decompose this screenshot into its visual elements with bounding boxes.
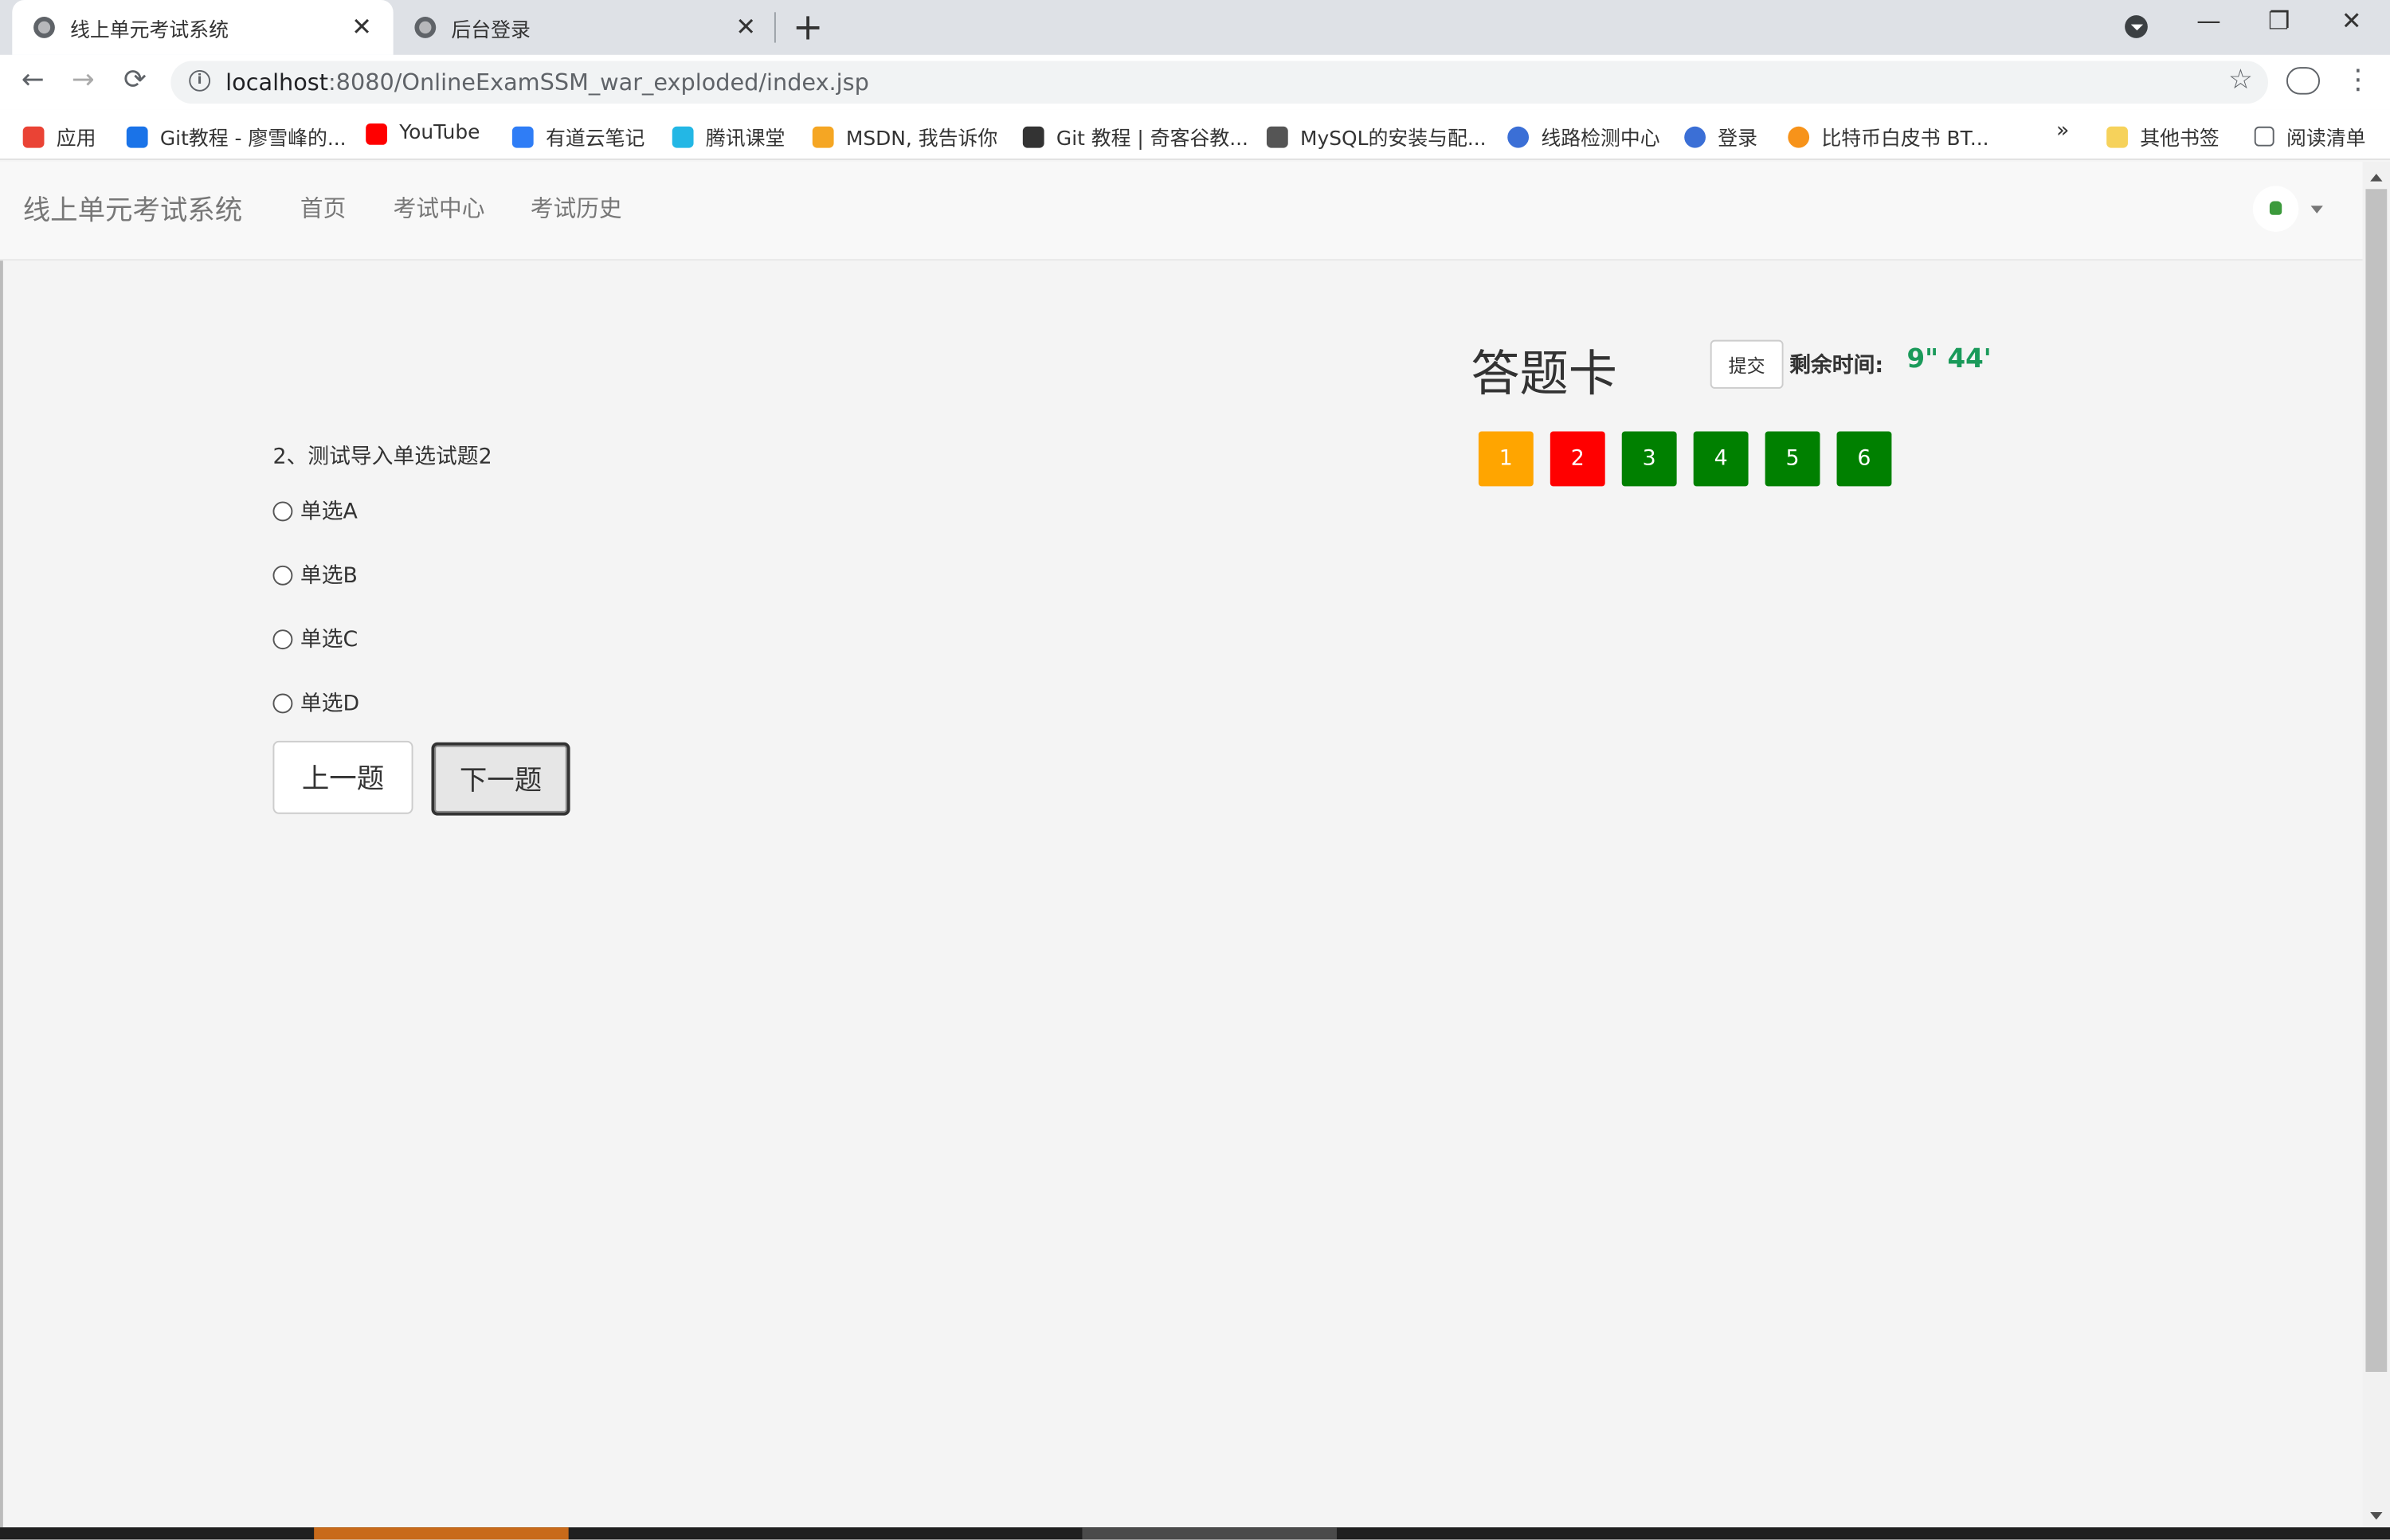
- reading-list[interactable]: 阅读清单: [2254, 122, 2365, 151]
- reading-list-icon: [2254, 126, 2274, 147]
- question-number-5[interactable]: 5: [1765, 431, 1820, 487]
- question-number-2[interactable]: 2: [1550, 431, 1605, 487]
- question-title: 2、测试导入单选试题2: [272, 445, 492, 470]
- bookmark-star-icon[interactable]: ☆: [2228, 64, 2253, 96]
- new-tab-button[interactable]: +: [793, 6, 823, 49]
- site-navbar: 线上单元考试系统 首页 考试中心 考试历史: [0, 161, 2363, 261]
- bookmark-line-check[interactable]: 线路检测中心: [1507, 122, 1660, 151]
- question-number-1[interactable]: 1: [1478, 431, 1534, 487]
- option-a[interactable]: 单选A: [272, 496, 358, 526]
- radio-button[interactable]: [272, 629, 293, 649]
- question-number-6[interactable]: 6: [1836, 431, 1892, 487]
- youdao-note-icon: [511, 125, 534, 147]
- bookmark-msdn[interactable]: MSDN, 我告诉你: [812, 122, 997, 151]
- qikegu-icon: [1022, 125, 1044, 147]
- globe-blue-icon: [1507, 125, 1530, 147]
- bookmark-tencent-classroom[interactable]: 腾讯课堂: [672, 122, 785, 151]
- nav-home[interactable]: 首页: [300, 192, 346, 224]
- url-text[interactable]: localhost:8080/OnlineExamSSM_war_explode…: [225, 69, 869, 96]
- scroll-down-arrow-icon[interactable]: [2370, 1511, 2383, 1526]
- youtube-icon: [366, 123, 387, 144]
- tab-admin-login[interactable]: 后台登录 ✕: [394, 0, 774, 55]
- site-brand[interactable]: 线上单元考试系统: [23, 189, 243, 229]
- bookmark-apps[interactable]: 应用: [22, 122, 96, 151]
- option-c[interactable]: 单选C: [272, 624, 358, 654]
- bookmarks-bar: 应用 Git教程 - 廖雪峰的... YouTube 有道云笔记 腾讯课堂 MS…: [0, 109, 2390, 160]
- scrollbar-thumb[interactable]: [2365, 189, 2388, 1372]
- back-arrow-icon[interactable]: ←: [22, 64, 45, 96]
- bitcoin-icon: [1788, 125, 1810, 147]
- bookmark-youdao[interactable]: 有道云笔记: [511, 122, 645, 151]
- restore-button[interactable]: ❐: [2268, 6, 2290, 35]
- tab-exam-system[interactable]: 线上单元考试系统 ✕: [12, 0, 394, 55]
- globe-icon: [414, 17, 437, 38]
- taskbar-active-item[interactable]: [314, 1527, 569, 1540]
- browser-toolbar: ← → ⟳ i localhost:8080/OnlineExamSSM_war…: [0, 54, 2390, 110]
- remaining-time-label: 剩余时间:: [1789, 353, 1884, 378]
- option-d[interactable]: 单选D: [272, 688, 359, 718]
- tab-title: 线上单元考试系统: [70, 18, 229, 42]
- other-bookmarks[interactable]: 其他书签: [2106, 122, 2220, 151]
- kebab-menu-icon[interactable]: ⋮: [2345, 64, 2372, 96]
- close-tab-icon[interactable]: ✕: [735, 12, 756, 41]
- info-icon[interactable]: i: [189, 70, 211, 92]
- scroll-up-arrow-icon[interactable]: [2370, 167, 2383, 182]
- reload-icon[interactable]: ⟳: [123, 64, 147, 96]
- rocket-icon: [126, 125, 148, 147]
- remaining-time-value: 9" 44': [1906, 344, 1992, 375]
- msdn-icon: [812, 125, 834, 147]
- close-tab-icon[interactable]: ✕: [351, 12, 372, 41]
- nav-exam-center[interactable]: 考试中心: [394, 192, 485, 224]
- forward-arrow-icon[interactable]: →: [72, 64, 95, 96]
- answer-card-title: 答题卡: [1471, 344, 1618, 403]
- bookmark-qikegu[interactable]: Git 教程 | 奇客谷教...: [1022, 122, 1248, 151]
- tab-strip: 线上单元考试系统 ✕ 后台登录 ✕ + — ❐ ✕: [0, 0, 2390, 55]
- apps-grid-icon: [22, 125, 45, 147]
- radio-button[interactable]: [272, 564, 293, 585]
- bookmark-git-liaoxuefeng[interactable]: Git教程 - 廖雪峰的...: [126, 122, 347, 151]
- question-number-3[interactable]: 3: [1621, 431, 1677, 487]
- globe-blue-icon: [1684, 125, 1706, 147]
- prev-question-button[interactable]: 上一题: [272, 740, 413, 814]
- bookmark-login[interactable]: 登录: [1684, 122, 1757, 151]
- tencent-classroom-icon: [672, 125, 694, 147]
- extension-icon[interactable]: [2286, 67, 2321, 95]
- taskbar-item[interactable]: [1082, 1527, 1337, 1540]
- bookmark-youtube[interactable]: YouTube: [366, 122, 480, 145]
- chevron-down-icon[interactable]: [2310, 206, 2323, 219]
- tab-search-icon[interactable]: [2125, 15, 2148, 38]
- radio-button[interactable]: [272, 692, 293, 713]
- more-bookmarks-icon[interactable]: »: [2056, 119, 2069, 143]
- globe-icon: [33, 17, 55, 38]
- mysql-icon: [1266, 125, 1288, 147]
- user-avatar-icon[interactable]: [2252, 186, 2299, 232]
- next-question-button[interactable]: 下一题: [431, 742, 570, 816]
- minimize-button[interactable]: —: [2196, 6, 2221, 35]
- bookmark-mysql[interactable]: MySQL的安装与配...: [1266, 122, 1487, 151]
- tab-title: 后台登录: [451, 18, 531, 42]
- address-bar[interactable]: i localhost:8080/OnlineExamSSM_war_explo…: [170, 61, 2268, 104]
- option-b[interactable]: 单选B: [272, 559, 358, 590]
- radio-button[interactable]: [272, 500, 293, 521]
- submit-button[interactable]: 提交: [1710, 339, 1784, 389]
- bookmark-bitcoin[interactable]: 比特币白皮书 BT...: [1788, 122, 1989, 151]
- nav-exam-history[interactable]: 考试历史: [531, 192, 622, 224]
- close-window-button[interactable]: ✕: [2341, 6, 2362, 35]
- tab-divider: [774, 12, 776, 43]
- question-number-4[interactable]: 4: [1693, 431, 1749, 487]
- folder-icon: [2106, 125, 2128, 147]
